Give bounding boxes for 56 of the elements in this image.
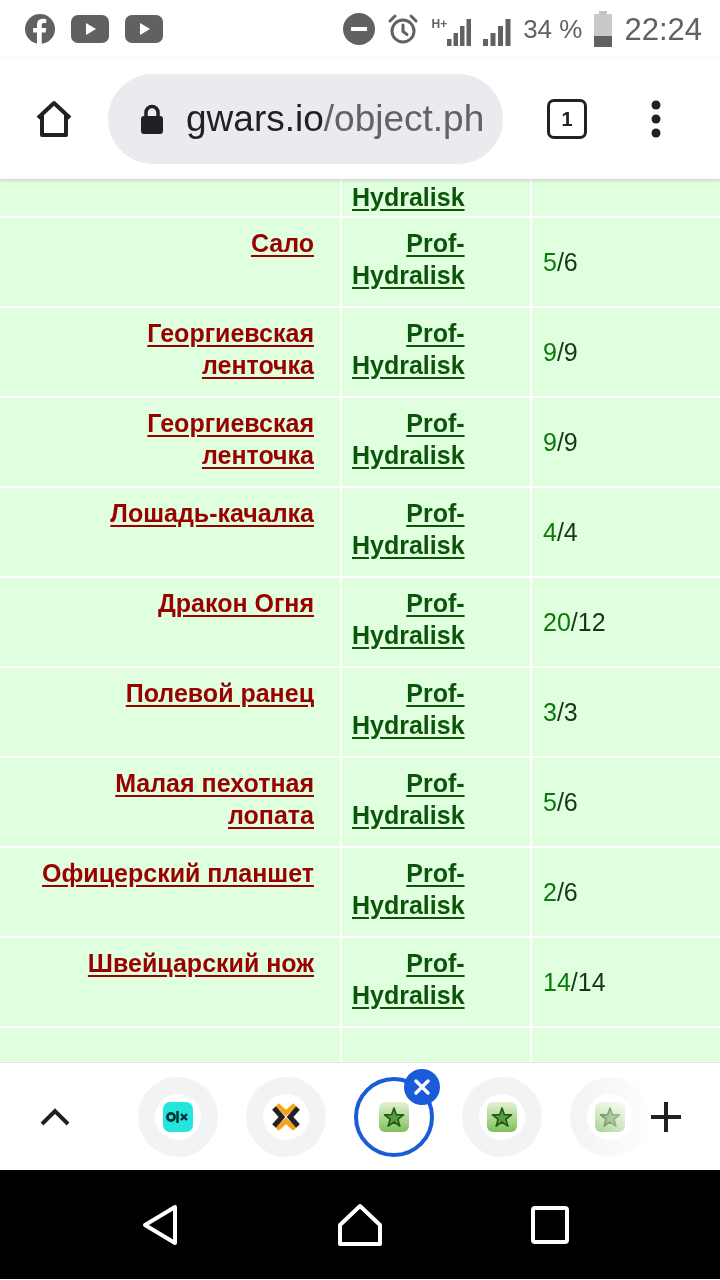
owner-link[interactable]: Prof-Hydralisk [352, 677, 465, 741]
do-not-disturb-icon [343, 13, 376, 45]
owner-link[interactable]: Prof-Hydralisk [352, 407, 465, 471]
signal-icon [447, 18, 472, 46]
owner-link[interactable]: Prof-Hydralisk [352, 587, 465, 651]
battery-percent: 34 % [523, 16, 583, 42]
durability-text: 5/6 [543, 788, 578, 816]
item-link[interactable]: Лошадь-качалка [110, 497, 314, 529]
item-link[interactable]: Георгиевская ленточка [34, 317, 314, 381]
square-outline-icon [531, 1205, 569, 1244]
item-link[interactable]: Малая пехотная лопата [34, 767, 314, 831]
video-play-icon [71, 15, 109, 43]
close-tab-button[interactable] [404, 1068, 440, 1105]
o-x-tile-icon [155, 1093, 201, 1140]
durability-text: 14/14 [543, 968, 606, 996]
durability-text: 3/3 [543, 698, 578, 726]
three-dots-icon [651, 98, 661, 139]
durability-text: 5/6 [543, 248, 578, 276]
owner-link[interactable]: Prof-Hydralisk [352, 767, 465, 831]
owner-link[interactable]: Prof-Hydralisk [352, 947, 465, 1011]
owner-link[interactable]: Prof-Hydralisk [352, 857, 465, 921]
address-bar[interactable]: gwars.io/object.ph [108, 73, 503, 164]
new-tab-button[interactable] [650, 1100, 682, 1133]
owner-link[interactable]: Prof-Hydralisk [352, 497, 465, 561]
star-tile-icon [479, 1093, 525, 1140]
durability-text: 9/9 [543, 428, 578, 456]
f-logo-icon [25, 14, 55, 44]
durability-text: 2/6 [543, 878, 578, 906]
clock-time: 22:24 [624, 13, 702, 45]
item-link[interactable]: Швейцарский нож [87, 947, 314, 979]
alarm-clock-icon [387, 13, 420, 45]
plus-icon [650, 1100, 682, 1133]
close-icon [414, 1078, 430, 1095]
url-text: gwars.io/object.ph [186, 100, 485, 137]
owner-link[interactable]: Prof-Hydralisk [352, 227, 465, 291]
durability-text: 20/12 [543, 608, 606, 636]
item-link[interactable]: Офицерский планшет [42, 857, 314, 889]
item-link[interactable]: Полевой ранец [125, 677, 314, 709]
crossed-chevrons-icon [263, 1093, 309, 1140]
menu-button[interactable] [651, 98, 661, 139]
lock-icon [140, 103, 164, 134]
item-link[interactable]: Сало [250, 227, 314, 259]
house-outline-icon [337, 1202, 383, 1247]
chevron-up-icon [40, 1107, 70, 1126]
item-link[interactable]: Георгиевская ленточка [34, 407, 314, 471]
durability-text: 9/9 [543, 338, 578, 366]
owner-link[interactable]: Prof-Hydralisk [352, 317, 465, 381]
item-link[interactable]: Дракон Огня [157, 587, 314, 619]
owner-link[interactable]: Hydralisk [352, 181, 465, 213]
tab-switcher-button[interactable]: 1 [547, 98, 587, 139]
video-play-icon [125, 15, 163, 43]
battery-icon [594, 11, 613, 47]
network-type-label: H+ [431, 18, 448, 30]
back-triangle-icon [140, 1202, 180, 1247]
signal-icon [483, 18, 512, 46]
durability-text: 4/4 [543, 518, 578, 546]
